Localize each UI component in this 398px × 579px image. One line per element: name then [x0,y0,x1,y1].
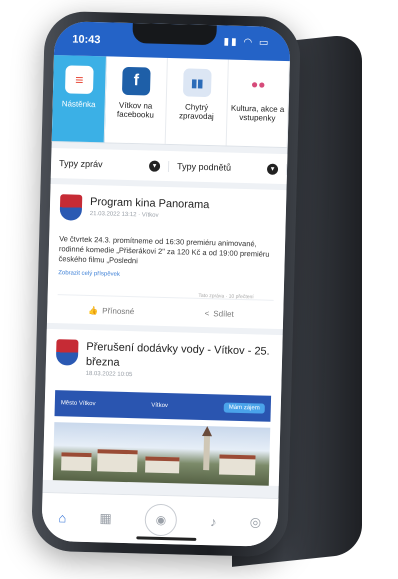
banner-mid-label: Vítkov [151,402,169,410]
house-shape [219,454,256,476]
town-photo [52,422,271,486]
post-card[interactable]: Přerušení dodávky vody - Vítkov - 25. bř… [42,329,283,486]
facebook-icon: f [121,66,151,96]
thumbs-up-icon: 👍 [88,305,99,316]
interest-button[interactable]: Mám zájem [223,402,265,414]
banner-city-label: Město Vítkov [60,400,96,408]
house-shape [145,456,180,474]
chevron-down-icon: ▾ [148,160,161,172]
post-card[interactable]: Program kina Panorama 21.03.2022 13:12 ·… [46,183,287,330]
bottom-tab-bar: ⌂ ▦ ◉ ♪ ◎ [41,491,279,547]
phone-frame: 10:43 ▮▮ ◠ ▭ ≡ Nástěnka f Vítkov na face… [30,10,302,558]
bell-icon[interactable]: ♪ [210,514,217,529]
camera-notch [132,23,217,46]
share-label: Sdílet [213,309,234,319]
quick-links-row: ≡ Nástěnka f Vítkov na facebooku ▮▮ Chyt… [51,54,290,149]
like-button[interactable]: 👍 Přínosné [57,305,165,317]
filter-label: Typy zpráv [58,158,103,170]
signal-wifi-battery-icon: ▮▮ ◠ ▭ [223,36,271,49]
quick-link-kultura[interactable]: ●● Kultura, akce a vstupenky [226,59,290,148]
post-header: Program kina Panorama 21.03.2022 13:12 ·… [59,194,277,226]
post-banner: Město Vítkov Vítkov Mám zájem [54,390,272,422]
share-button[interactable]: < Sdílet [165,308,273,320]
quick-link-zpravodaj[interactable]: ▮▮ Chytrý zpravodaj [165,57,229,146]
filter-report-types[interactable]: Typy podnětů ▾ [168,160,288,175]
quick-link-facebook[interactable]: f Vítkov na facebooku [104,56,168,144]
chevron-down-icon: ▾ [266,163,279,175]
post-title: Program kina Panorama [89,195,210,212]
post-body: Ve čtvrtek 24.3. promítneme od 16:30 pre… [58,234,270,266]
filter-label: Typy podnětů [176,161,232,173]
filter-bar: Typy zpráv ▾ Typy podnětů ▾ [50,147,288,185]
camera-icon[interactable]: ◉ [144,503,178,537]
filter-message-types[interactable]: Typy zpráv ▾ [50,157,170,172]
grid-icon[interactable]: ▦ [99,510,112,526]
status-bar: 10:43 ▮▮ ◠ ▭ [53,21,291,62]
post-title: Přerušení dodávky vody - Vítkov - 25. bř… [85,341,270,369]
quick-link-nastenka[interactable]: ≡ Nástěnka [51,54,107,143]
phone-screen: 10:43 ▮▮ ◠ ▭ ≡ Nástěnka f Vítkov na face… [41,21,291,547]
status-time: 10:43 [72,33,101,47]
church-tower [203,436,211,471]
profile-icon[interactable]: ◎ [250,514,262,530]
house-shape [61,452,92,472]
quick-link-label: Kultura, akce a vstupenky [230,103,285,123]
share-icon: < [204,308,210,319]
city-news-icon: ▮▮ [182,68,212,98]
post-meta: 21.03.2022 13:12 · Vítkov [89,211,159,220]
home-icon[interactable]: ⌂ [58,510,66,525]
post-header: Přerušení dodávky vody - Vítkov - 25. bř… [55,339,273,382]
quick-link-label: Nástěnka [61,99,96,110]
culture-icon: ●● [243,69,273,99]
home-indicator [136,536,197,541]
like-label: Přínosné [102,306,135,317]
show-full-post-link[interactable]: Zobrazit celý příspěvek [58,271,274,283]
news-icon: ≡ [64,65,94,95]
house-shape [97,449,138,473]
quick-link-label: Vítkov na facebooku [116,100,154,120]
city-crest-icon [55,339,79,367]
city-crest-icon [59,194,83,221]
quick-link-label: Chytrý zpravodaj [178,102,214,122]
